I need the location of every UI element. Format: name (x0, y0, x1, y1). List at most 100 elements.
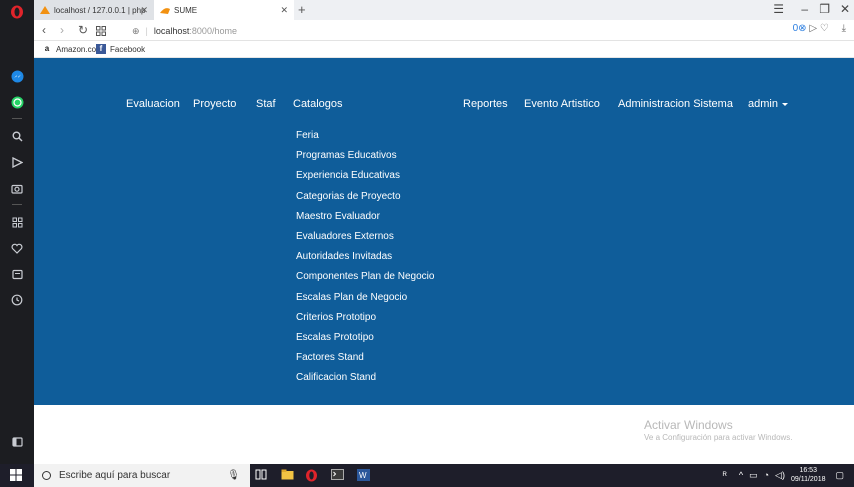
show-hidden-icons[interactable]: ^ (739, 470, 743, 480)
camera-icon[interactable] (7, 178, 27, 198)
windows-taskbar: Escribe aquí para buscar 🎙 W ᴿ ^ ▭ ◔ ◁) … (0, 464, 854, 487)
bookmark-facebook[interactable]: f Facebook (96, 44, 145, 54)
word-icon[interactable]: W (356, 469, 370, 482)
tab-sume[interactable]: SUME ✕ (154, 0, 294, 20)
dropdown-item-feria[interactable]: Feria (296, 129, 434, 149)
dropdown-item-experiencia-educativas[interactable]: Experiencia Educativas (296, 169, 434, 189)
speed-dial-button-icon[interactable] (96, 25, 106, 39)
dropdown-item-autoridades-invitadas[interactable]: Autoridades Invitadas (296, 250, 434, 270)
news-icon[interactable] (7, 264, 27, 284)
nav-item-catalogos[interactable]: Catalogos (293, 98, 343, 110)
new-tab-icon[interactable]: + (298, 2, 306, 17)
taskbar-search-box[interactable]: Escribe aquí para buscar 🎙 (34, 464, 250, 487)
dropdown-item-criterios-prototipo[interactable]: Criterios Prototipo (296, 311, 434, 331)
dropdown-item-escalas-prototipo[interactable]: Escalas Prototipo (296, 331, 434, 351)
taskbar-clock[interactable]: 16:53 09/11/2018 (791, 466, 826, 484)
reload-icon[interactable]: ↻ (78, 23, 88, 37)
amazon-icon: a (44, 44, 50, 53)
adblock-icon[interactable]: 0⊗ (793, 23, 807, 34)
sume-favicon-icon (160, 6, 170, 14)
dropdown-item-maestro-evaluador[interactable]: Maestro Evaluador (296, 210, 434, 230)
sidebar-toggle-icon[interactable] (7, 432, 27, 452)
url-divider: | (145, 26, 148, 36)
url-field[interactable]: ⊕ | localhost :8000/home (132, 24, 812, 38)
file-explorer-icon[interactable] (280, 469, 294, 482)
facebook-icon: f (96, 44, 106, 54)
dropdown-item-categorias-de-proyecto[interactable]: Categorias de Proyecto (296, 190, 434, 210)
user-name: admin (748, 98, 778, 110)
history-icon[interactable] (7, 290, 27, 310)
nav-item-proyecto[interactable]: Proyecto (193, 98, 236, 110)
close-tab-icon[interactable]: ✕ (140, 5, 148, 16)
dropdown-item-programas-educativos[interactable]: Programas Educativos (296, 149, 434, 169)
tab-phpmyadmin[interactable]: localhost / 127.0.0.1 | php ✕ (34, 0, 154, 20)
bookmark-label: Facebook (110, 44, 146, 54)
tab-label: SUME (174, 5, 198, 15)
sidebar-divider (12, 204, 22, 205)
heart-icon[interactable] (7, 238, 27, 258)
opera-sidebar (0, 0, 34, 464)
cortana-icon (42, 471, 51, 480)
forward-icon[interactable]: › (60, 23, 64, 37)
restore-icon[interactable]: ❐ (819, 2, 830, 16)
nav-item-evaluacion[interactable]: Evaluacion (126, 98, 180, 110)
caret-down-icon (781, 102, 788, 106)
watermark-subtitle: Ve a Configuración para activar Windows. (644, 433, 793, 442)
search-placeholder: Escribe aquí para buscar (59, 470, 171, 481)
close-window-icon[interactable]: ✕ (840, 2, 850, 16)
address-bar: ‹ › ↻ ⊕ | localhost :8000/home 0⊗ ▷ ♡ ⤓ (34, 20, 854, 41)
microphone-icon[interactable]: 🎙 (227, 470, 240, 481)
whatsapp-icon[interactable] (7, 92, 27, 112)
clock-date: 09/11/2018 (790, 476, 826, 483)
download-icon[interactable]: ⤓ (842, 23, 846, 34)
dropdown-item-escalas-plan-de-negocio[interactable]: Escalas Plan de Negocio (296, 291, 434, 311)
svg-text:W: W (359, 471, 367, 480)
globe-icon: ⊕ (132, 25, 140, 36)
sidebar-divider (12, 118, 22, 119)
bookmarks-bar: a Amazon.com f Facebook (34, 41, 854, 58)
volume-icon[interactable]: ◁) (775, 470, 785, 481)
task-view-icon[interactable] (254, 469, 268, 482)
minimize-icon[interactable]: – (801, 2, 808, 16)
catalogos-dropdown: Feria Programas Educativos Experiencia E… (296, 129, 434, 391)
main-navbar: Evaluacion Proyecto Staf Catalogos Repor… (34, 58, 854, 405)
close-tab-icon[interactable]: ✕ (280, 5, 288, 16)
bookmark-heart-icon[interactable]: ♡ (820, 23, 829, 34)
nav-item-administracion-sistema[interactable]: Administracion Sistema (618, 98, 733, 110)
tab-bar: localhost / 127.0.0.1 | php ✕ SUME ✕ + ☰… (34, 0, 854, 20)
address-bar-actions: 0⊗ ▷ ♡ ⤓ (793, 23, 846, 34)
tab-menu-icon[interactable]: ☰ (773, 2, 784, 16)
user-menu[interactable]: admin (748, 98, 788, 110)
terminal-icon[interactable] (330, 469, 344, 482)
notifications-icon[interactable]: ▢ (835, 470, 844, 481)
nav-item-reportes[interactable]: Reportes (463, 98, 508, 110)
watermark-title: Activar Windows (644, 418, 733, 432)
back-icon[interactable]: ‹ (42, 23, 46, 37)
system-tray: ᴿ ^ ▭ ◔ ◁) 16:53 09/11/2018 ▢ (723, 466, 844, 484)
tab-label: localhost / 127.0.0.1 | php (54, 5, 146, 15)
people-icon[interactable]: ᴿ (723, 470, 727, 480)
clock-time: 16:53 (799, 467, 817, 474)
dropdown-item-factores-stand[interactable]: Factores Stand (296, 351, 434, 371)
bookmark-amazon[interactable]: a Amazon.com (42, 44, 103, 54)
snapshot-icon[interactable]: ▷ (809, 23, 817, 34)
windows-start-icon[interactable] (10, 469, 22, 484)
nav-item-staf[interactable]: Staf (256, 98, 276, 110)
dropdown-item-evaluadores-externos[interactable]: Evaluadores Externos (296, 230, 434, 250)
send-icon[interactable] (7, 152, 27, 172)
url-path: :8000/home (189, 26, 237, 36)
nav-item-evento-artistico[interactable]: Evento Artistico (524, 98, 600, 110)
wifi-icon[interactable]: ◔ (764, 470, 769, 480)
page-content: Evaluacion Proyecto Staf Catalogos Repor… (34, 58, 854, 464)
phpmyadmin-favicon-icon (40, 6, 50, 14)
search-icon[interactable] (7, 126, 27, 146)
messenger-icon[interactable] (7, 66, 27, 86)
dropdown-item-calificacion-stand[interactable]: Calificacion Stand (296, 371, 434, 391)
opera-logo-icon[interactable] (7, 2, 27, 22)
network-icon[interactable]: ▭ (749, 470, 758, 481)
opera-taskbar-icon[interactable] (304, 469, 318, 482)
speed-dial-icon[interactable] (7, 212, 27, 232)
dropdown-item-componentes-plan-de-negocio[interactable]: Componentes Plan de Negocio (296, 270, 434, 290)
url-host: localhost (153, 26, 190, 36)
activate-windows-watermark: Activar Windows Ve a Configuración para … (644, 418, 793, 442)
